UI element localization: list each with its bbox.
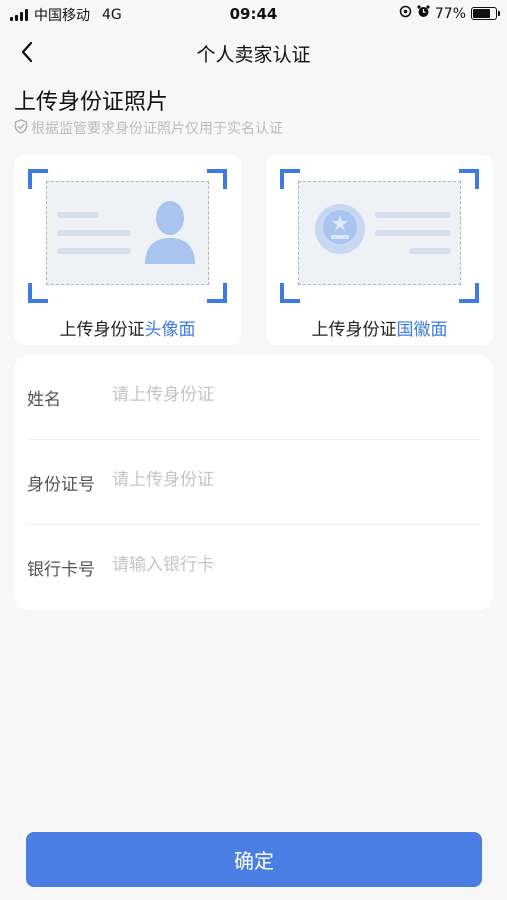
- page-title: 个人卖家认证: [196, 44, 311, 66]
- frame-corner: [280, 283, 300, 303]
- id-front-upload-card[interactable]: 上传身份证头像面: [14, 155, 241, 345]
- frame-corner: [280, 169, 300, 189]
- id-front-caption-prefix: 上传身份证: [59, 320, 145, 340]
- frame-corner: [28, 283, 48, 303]
- frame-corner: [459, 169, 479, 189]
- id-number-input[interactable]: [112, 462, 472, 498]
- confirm-button[interactable]: 确定: [26, 832, 482, 887]
- privacy-notice-text: 根据监管要求身份证照片仅用于实名认证: [31, 121, 283, 137]
- alarm-icon: [417, 5, 430, 22]
- id-front-illustration: [46, 181, 209, 285]
- privacy-notice: 根据监管要求身份证照片仅用于实名认证: [14, 118, 283, 138]
- id-back-illustration: [298, 181, 461, 285]
- id-back-caption-prefix: 上传身份证: [311, 320, 397, 340]
- name-label: 姓名: [27, 390, 61, 410]
- frame-corner: [28, 169, 48, 189]
- id-front-caption-highlight: 头像面: [144, 320, 196, 340]
- frame-corner: [207, 169, 227, 189]
- upload-section-title: 上传身份证照片: [14, 90, 169, 115]
- id-back-upload-card[interactable]: 上传身份证国徽面: [266, 155, 493, 345]
- bank-card-input[interactable]: [112, 547, 472, 583]
- bank-card-label: 银行卡号: [27, 560, 95, 580]
- frame-corner: [207, 283, 227, 303]
- form-row-id-number: 身份证号: [14, 440, 493, 525]
- id-back-caption-highlight: 国徽面: [396, 320, 448, 340]
- shield-check-icon: [14, 118, 28, 138]
- id-front-caption: 上传身份证头像面: [14, 315, 241, 340]
- battery-percent: 77%: [434, 5, 466, 22]
- form-row-name: 姓名: [14, 355, 493, 440]
- frame-corner: [459, 283, 479, 303]
- id-number-label: 身份证号: [27, 475, 95, 495]
- orientation-lock-icon: [399, 5, 412, 22]
- nav-bar: 个人卖家认证: [0, 30, 507, 74]
- name-input[interactable]: [112, 377, 472, 413]
- national-emblem-icon: [315, 204, 365, 254]
- form-row-bank-card: 银行卡号: [14, 525, 493, 610]
- status-right: 77%: [399, 5, 500, 22]
- id-back-caption: 上传身份证国徽面: [266, 315, 493, 340]
- portrait-icon: [145, 201, 195, 264]
- battery-icon: [471, 7, 500, 20]
- seller-info-form: 姓名 身份证号 银行卡号: [14, 355, 493, 610]
- status-bar: 中国移动 4G 09:44 77%: [0, 0, 507, 28]
